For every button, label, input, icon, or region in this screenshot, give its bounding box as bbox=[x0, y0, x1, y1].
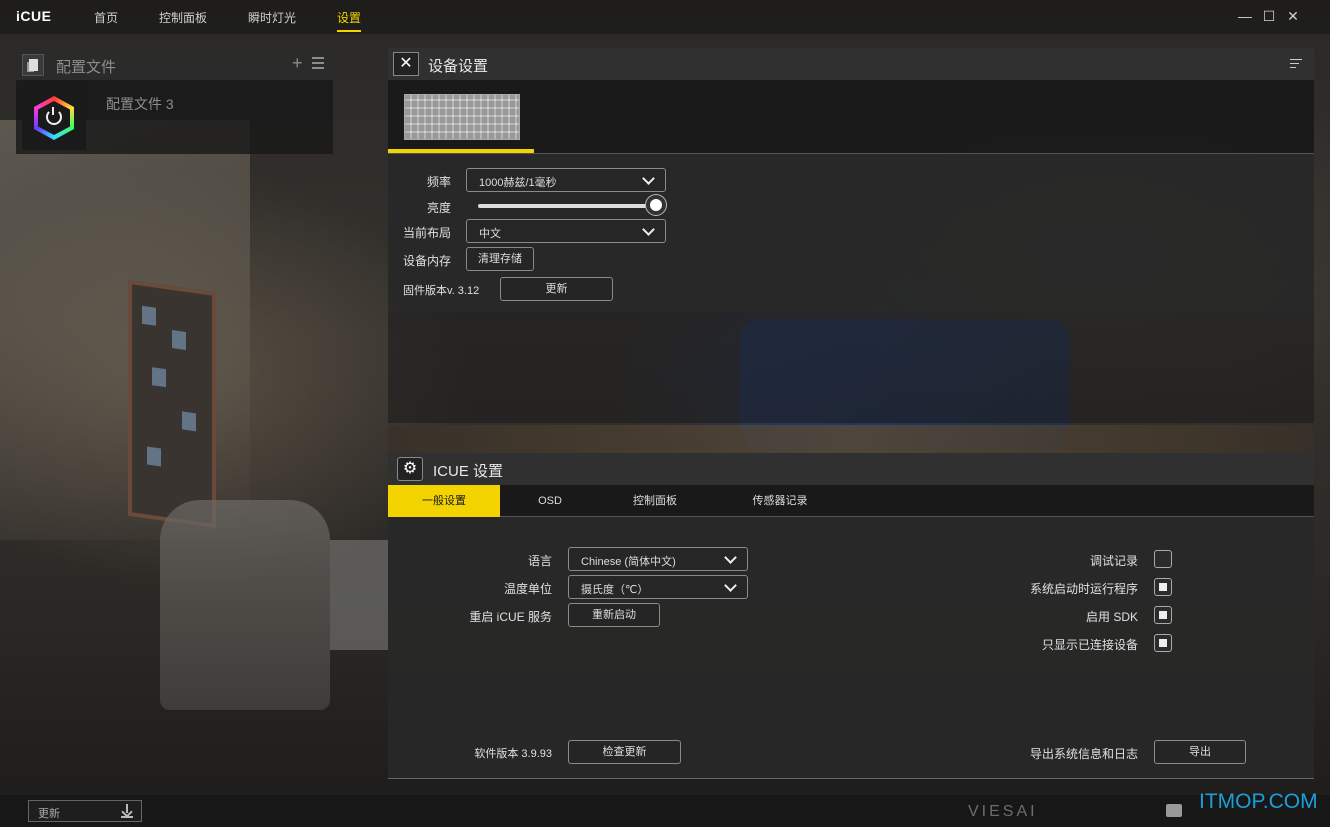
background-photo-frame bbox=[128, 279, 216, 529]
temperature-select[interactable]: 摄氏度（℃） bbox=[568, 575, 748, 599]
profiles-header: 配置文件 + bbox=[16, 48, 333, 80]
keyboard-device-icon bbox=[404, 94, 520, 140]
device-settings-title: 设备设置 bbox=[428, 58, 489, 75]
language-value: Chinese (简体中文) bbox=[581, 556, 676, 568]
background-floor bbox=[388, 425, 1313, 453]
layout-label: 当前布局 bbox=[403, 226, 452, 240]
check-update-button[interactable]: 检查更新 bbox=[568, 740, 681, 764]
gear-icon: ⚙ bbox=[397, 457, 423, 481]
profiles-title: 配置文件 bbox=[56, 59, 117, 76]
device-strip bbox=[388, 80, 1314, 154]
panel-menu-icon[interactable] bbox=[1290, 59, 1302, 71]
language-select[interactable]: Chinese (简体中文) bbox=[568, 547, 748, 571]
nav-settings[interactable]: 设置 bbox=[337, 9, 361, 26]
temperature-label: 温度单位 bbox=[503, 582, 552, 596]
update-download-field[interactable]: 更新 bbox=[28, 800, 142, 822]
icue-settings-title: ICUE 设置 bbox=[433, 463, 504, 480]
tools-icon: ✕ bbox=[393, 52, 419, 76]
memory-label: 设备内存 bbox=[403, 254, 452, 268]
enable-sdk-label: 启用 SDK bbox=[1085, 610, 1138, 624]
device-settings-header: ✕ 设备设置 bbox=[388, 48, 1314, 80]
device-settings-panel: ✕ 设备设置 频率 1000赫兹/1毫秒 亮度 当前布局 中文 设备内存 清理存… bbox=[388, 48, 1314, 423]
software-version-label: 软件版本 3.9.93 bbox=[474, 748, 552, 760]
power-icon bbox=[46, 107, 62, 125]
background-chair bbox=[160, 500, 330, 710]
add-profile-button[interactable]: + bbox=[292, 53, 303, 74]
chevron-down-icon bbox=[642, 172, 655, 185]
background-keyboard bbox=[330, 540, 388, 650]
icue-settings-panel: ⚙ ICUE 设置 一般设置 OSD 控制面板 传感器记录 语言 Chinese… bbox=[388, 453, 1314, 779]
profile-item[interactable]: 配置文件 3 bbox=[22, 86, 328, 150]
background-brand-text: VIESAI bbox=[968, 803, 1038, 820]
update-label: 更新 bbox=[38, 808, 60, 820]
general-settings-body: 语言 Chinese (简体中文) 温度单位 摄氏度（℃） 重启 iCUE 服务… bbox=[388, 517, 1314, 779]
app-logo: iCUE bbox=[16, 8, 52, 24]
layout-select[interactable]: 中文 bbox=[466, 219, 666, 243]
nav-active-indicator bbox=[337, 30, 361, 32]
chevron-down-icon bbox=[642, 223, 655, 236]
profiles-menu-icon[interactable] bbox=[312, 57, 324, 69]
icue-settings-tabs: 一般设置 OSD 控制面板 传感器记录 bbox=[388, 485, 1314, 517]
firmware-label: 固件版本v. 3.12 bbox=[403, 285, 480, 297]
tab-sensor-logging[interactable]: 传感器记录 bbox=[710, 485, 850, 517]
debug-log-label: 调试记录 bbox=[1089, 554, 1138, 568]
minimize-button[interactable]: — bbox=[1236, 7, 1254, 25]
profile-thumbnail bbox=[22, 86, 86, 150]
brightness-label: 亮度 bbox=[427, 201, 452, 215]
restart-service-label: 重启 iCUE 服务 bbox=[469, 610, 552, 624]
brightness-slider-handle[interactable] bbox=[646, 195, 666, 215]
icue-settings-header: ⚙ ICUE 设置 bbox=[388, 453, 1314, 485]
site-watermark: ITMOP.COM bbox=[1199, 790, 1318, 813]
device-settings-form: 频率 1000赫兹/1毫秒 亮度 当前布局 中文 设备内存 清理存储 固件版本v… bbox=[388, 154, 1314, 312]
device-settings-empty-area bbox=[388, 312, 1314, 423]
frequency-select[interactable]: 1000赫兹/1毫秒 bbox=[466, 168, 666, 192]
tab-general[interactable]: 一般设置 bbox=[388, 485, 500, 517]
temperature-value: 摄氏度（℃） bbox=[581, 584, 649, 596]
close-button[interactable]: ✕ bbox=[1284, 7, 1302, 25]
profile-name: 配置文件 3 bbox=[106, 96, 174, 112]
tab-osd[interactable]: OSD bbox=[500, 485, 600, 517]
clear-storage-button[interactable]: 清理存储 bbox=[466, 247, 534, 271]
export-logs-label: 导出系统信息和日志 bbox=[1029, 747, 1138, 761]
bottom-bar: 更新 VIESAI bbox=[0, 795, 1330, 827]
export-button[interactable]: 导出 bbox=[1154, 740, 1246, 764]
tab-dashboard[interactable]: 控制面板 bbox=[600, 485, 710, 517]
debug-log-checkbox[interactable] bbox=[1154, 550, 1172, 568]
maximize-button[interactable]: ☐ bbox=[1260, 7, 1278, 25]
chat-icon[interactable] bbox=[1166, 804, 1182, 817]
top-bar: iCUE 首页 控制面板 瞬时灯光 设置 — ☐ ✕ bbox=[0, 0, 1330, 34]
enable-sdk-checkbox[interactable] bbox=[1154, 606, 1172, 624]
chevron-down-icon bbox=[724, 579, 737, 592]
language-label: 语言 bbox=[527, 554, 552, 568]
restart-button[interactable]: 重新启动 bbox=[568, 603, 660, 627]
download-icon bbox=[121, 804, 133, 818]
nav-instant-lighting[interactable]: 瞬时灯光 bbox=[248, 9, 296, 26]
connected-devices-only-label: 只显示已连接设备 bbox=[1041, 638, 1138, 652]
nav-home[interactable]: 首页 bbox=[94, 9, 118, 26]
brightness-slider-track[interactable] bbox=[478, 204, 658, 208]
layout-value: 中文 bbox=[479, 228, 501, 240]
frequency-value: 1000赫兹/1毫秒 bbox=[479, 177, 557, 189]
nav-dashboard[interactable]: 控制面板 bbox=[159, 9, 207, 26]
firmware-update-button[interactable]: 更新 bbox=[500, 277, 613, 301]
profiles-icon bbox=[22, 54, 44, 76]
profiles-panel: 配置文件 + 配置文件 3 bbox=[16, 48, 333, 154]
frequency-label: 频率 bbox=[427, 175, 452, 189]
device-tab-keyboard[interactable] bbox=[388, 80, 534, 153]
run-on-startup-checkbox[interactable] bbox=[1154, 578, 1172, 596]
connected-devices-only-checkbox[interactable] bbox=[1154, 634, 1172, 652]
chevron-down-icon bbox=[724, 551, 737, 564]
run-on-startup-label: 系统启动时运行程序 bbox=[1029, 582, 1138, 596]
